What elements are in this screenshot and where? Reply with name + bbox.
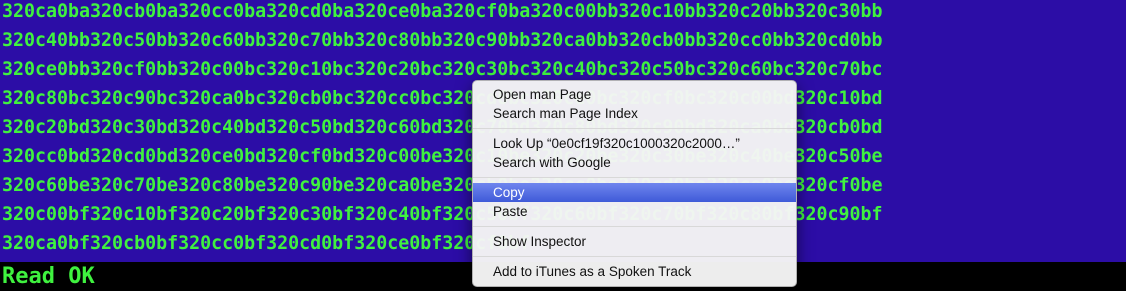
menu-item-search-man-page-index[interactable]: Search man Page Index (473, 104, 796, 123)
menu-separator (473, 177, 796, 178)
terminal-line[interactable]: 320ca0ba320cb0ba320cc0ba320cd0ba320ce0ba… (2, 0, 883, 24)
menu-item-copy[interactable]: Copy (473, 183, 796, 202)
status-text: Read OK (2, 264, 95, 289)
menu-separator (473, 256, 796, 257)
terminal-line[interactable]: 320c40bb320c50bb320c60bb320c70bb320c80bb… (2, 29, 883, 53)
menu-item-add-to-itunes[interactable]: Add to iTunes as a Spoken Track (473, 262, 796, 281)
menu-item-show-inspector[interactable]: Show Inspector (473, 232, 796, 251)
menu-separator (473, 128, 796, 129)
menu-item-open-man-page[interactable]: Open man Page (473, 85, 796, 104)
menu-item-look-up[interactable]: Look Up “0e0cf19f320c1000320c2000…” (473, 134, 796, 153)
terminal-line[interactable]: 320ca0bf320cb0bf320cc0bf320cd0bf320ce0bf… (2, 232, 530, 256)
menu-item-search-with-google[interactable]: Search with Google (473, 153, 796, 172)
menu-separator (473, 226, 796, 227)
menu-item-paste[interactable]: Paste (473, 202, 796, 221)
terminal-line[interactable]: 320ce0bb320cf0bb320c00bc320c10bc320c20bc… (2, 58, 883, 82)
context-menu: Open man Page Search man Page Index Look… (472, 80, 797, 287)
